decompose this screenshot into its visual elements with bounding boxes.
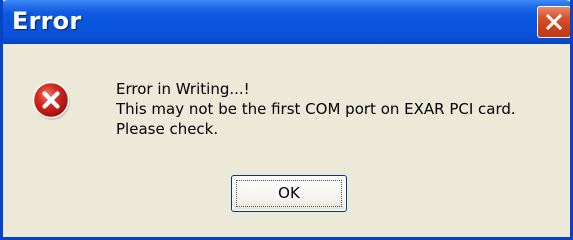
error-message: Error in Writing...! This may not be the… [116,79,516,139]
dialog-title: Error [12,7,82,35]
error-dialog: Error Error in Writing...! This may not … [0,0,573,240]
message-line: Please check. [116,120,219,138]
ok-button-label: OK [278,184,300,202]
error-icon [32,81,70,120]
close-button[interactable] [537,6,570,38]
title-bar[interactable]: Error [3,0,570,44]
dialog-body: Error in Writing...! This may not be the… [3,44,570,237]
close-icon [545,13,563,31]
message-line: Error in Writing...! [116,80,250,98]
ok-button[interactable]: OK [231,175,347,212]
message-line: This may not be the first COM port on EX… [116,100,516,118]
